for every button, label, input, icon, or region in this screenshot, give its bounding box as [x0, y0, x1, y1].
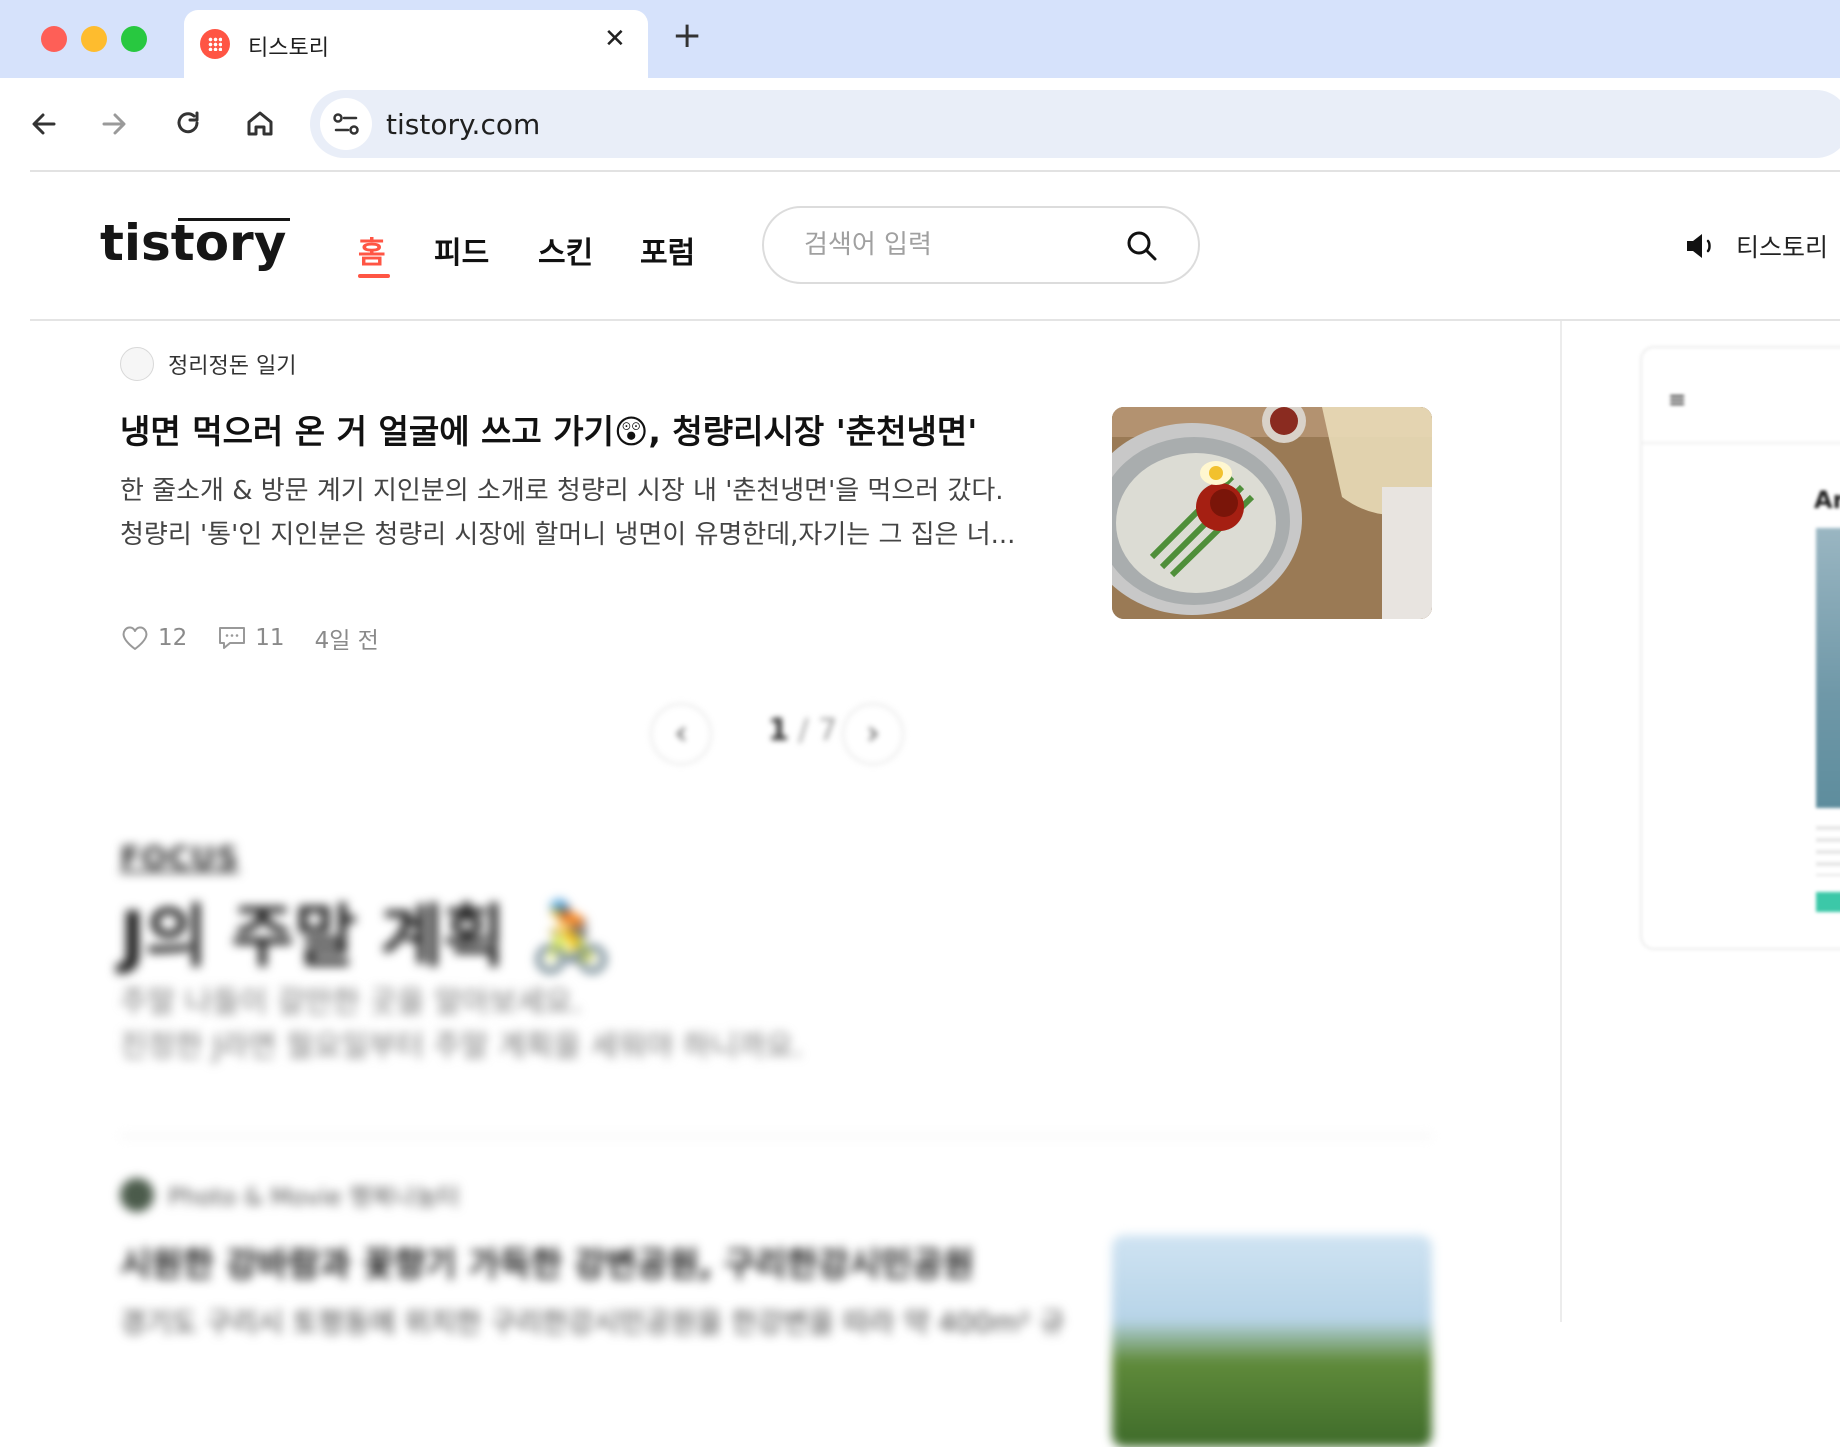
browser-toolbar: tistory.com: [0, 78, 1840, 170]
new-tab-button[interactable]: +: [672, 18, 702, 54]
nav-feed[interactable]: 피드: [434, 228, 489, 272]
section-divider: [120, 1135, 1432, 1137]
search-input[interactable]: [804, 228, 1124, 262]
tab-title: 티스토리: [248, 36, 329, 61]
speaker-icon: [1687, 234, 1711, 258]
focus-description: 주말 나들이 갈만한 곳을 알아보세요. 진정한 J라면 월요일부터 주말 계획…: [120, 981, 803, 1069]
heart-icon[interactable]: [120, 624, 150, 652]
notice-banner[interactable]: 티스토리: [1684, 228, 1828, 264]
focus-desc-line-2: 진정한 J라면 월요일부터 주말 계획을 세워야 하니까요.: [120, 1029, 803, 1064]
back-arrow-icon[interactable]: [26, 106, 62, 142]
blog2-name[interactable]: Photo & Movie 행복나눔터: [168, 1177, 460, 1212]
sidebar-card: ≡ Ar: [1640, 346, 1840, 950]
nav-active-indicator: [358, 274, 390, 278]
sidebar-card-image[interactable]: [1816, 528, 1840, 808]
nav-home[interactable]: 홈: [358, 228, 386, 272]
pager-total: 7: [818, 713, 838, 748]
post-thumbnail[interactable]: [1112, 407, 1432, 619]
comment-count: 11: [255, 625, 285, 651]
search-icon[interactable]: [1124, 228, 1160, 264]
nav-forum[interactable]: 포럼: [640, 228, 695, 272]
site-header: tistory 홈 피드 스킨 포럼 티스토리: [30, 172, 1840, 320]
pager-next-button[interactable]: ›: [842, 703, 904, 765]
minimize-window-button[interactable]: [81, 26, 107, 52]
post2-excerpt[interactable]: 경기도 구리시 토평동에 위치한 구리한강시민공원을 한강변을 따라 약 400…: [120, 1301, 1065, 1341]
comment-icon[interactable]: [217, 624, 247, 652]
post-blog-info[interactable]: 정리정돈 일기: [120, 347, 296, 381]
home-icon[interactable]: [242, 106, 278, 142]
pager-current: 1: [768, 713, 789, 748]
sidebar-card-text-lines: [1816, 826, 1840, 876]
notice-text[interactable]: 티스토리: [1736, 228, 1828, 264]
menu-icon[interactable]: ≡: [1668, 388, 1686, 413]
nav-skin[interactable]: 스킨: [538, 228, 593, 272]
blog-avatar: [120, 347, 154, 381]
focus-desc-line-1: 주말 나들이 갈만한 곳을 알아보세요.: [120, 985, 582, 1020]
maximize-window-button[interactable]: [121, 26, 147, 52]
pager-separator: /: [788, 713, 819, 748]
sidebar-card-title[interactable]: Ar: [1814, 486, 1840, 514]
sidebar-card-divider: [1642, 442, 1840, 444]
focus-label: FOCUS: [120, 841, 239, 876]
pager-prev-button[interactable]: ‹: [650, 703, 712, 765]
main-content: 정리정돈 일기 냉면 먹으러 온 거 얼굴에 쓰고 가기😲, 청량리시장 '춘천…: [30, 321, 1560, 1447]
browser-tab-strip: 티스토리 ✕ +: [0, 0, 1840, 78]
post2-title[interactable]: 시원한 강바람과 꽃향기 가득한 강변공원, 구리한강시민공원: [120, 1237, 974, 1286]
post2-blog-info[interactable]: Photo & Movie 행복나눔터: [120, 1177, 460, 1212]
tistory-favicon-icon: [200, 29, 230, 59]
blog-name[interactable]: 정리정돈 일기: [168, 348, 296, 380]
post-pager: ‹ 1 / 7 ›: [650, 699, 940, 769]
post2-thumbnail[interactable]: [1112, 1235, 1432, 1447]
logo-accent-bar: [178, 218, 290, 221]
address-bar[interactable]: tistory.com: [310, 90, 1840, 158]
post-meta: 12 11 4일 전: [120, 621, 379, 655]
site-settings-icon[interactable]: [320, 98, 372, 150]
focus-title[interactable]: J의 주말 계획 🚴: [120, 881, 614, 980]
excerpt-line-2: 청량리 '통'인 지인분은 청량리 시장에 할머니 냉면이 유명한데,자기는 그…: [120, 520, 1016, 550]
post-title[interactable]: 냉면 먹으러 온 거 얼굴에 쓰고 가기😲, 청량리시장 '춘천냉면': [120, 405, 977, 453]
pager-indicator: 1 / 7: [768, 713, 837, 748]
close-window-button[interactable]: [41, 26, 67, 52]
browser-tab[interactable]: 티스토리 ✕: [184, 10, 648, 78]
post-excerpt[interactable]: 한 줄소개 & 방문 계기 지인분의 소개로 청량리 시장 내 '춘천냉면'을 …: [120, 469, 1070, 557]
url-text[interactable]: tistory.com: [386, 108, 540, 141]
reload-icon[interactable]: [170, 106, 206, 142]
sidebar-divider: [1560, 321, 1562, 1322]
search-box: [762, 206, 1200, 284]
blog2-avatar: [120, 1177, 154, 1212]
like-count: 12: [158, 625, 188, 651]
post-time: 4일 전: [314, 628, 379, 654]
tistory-logo[interactable]: tistory: [100, 214, 286, 272]
forward-arrow-icon[interactable]: [96, 106, 132, 142]
excerpt-line-1: 한 줄소개 & 방문 계기 지인분의 소개로 청량리 시장 내 '춘천냉면'을 …: [120, 476, 1004, 506]
sidebar-card-badge: [1816, 892, 1840, 912]
tab-close-button[interactable]: ✕: [604, 26, 626, 52]
